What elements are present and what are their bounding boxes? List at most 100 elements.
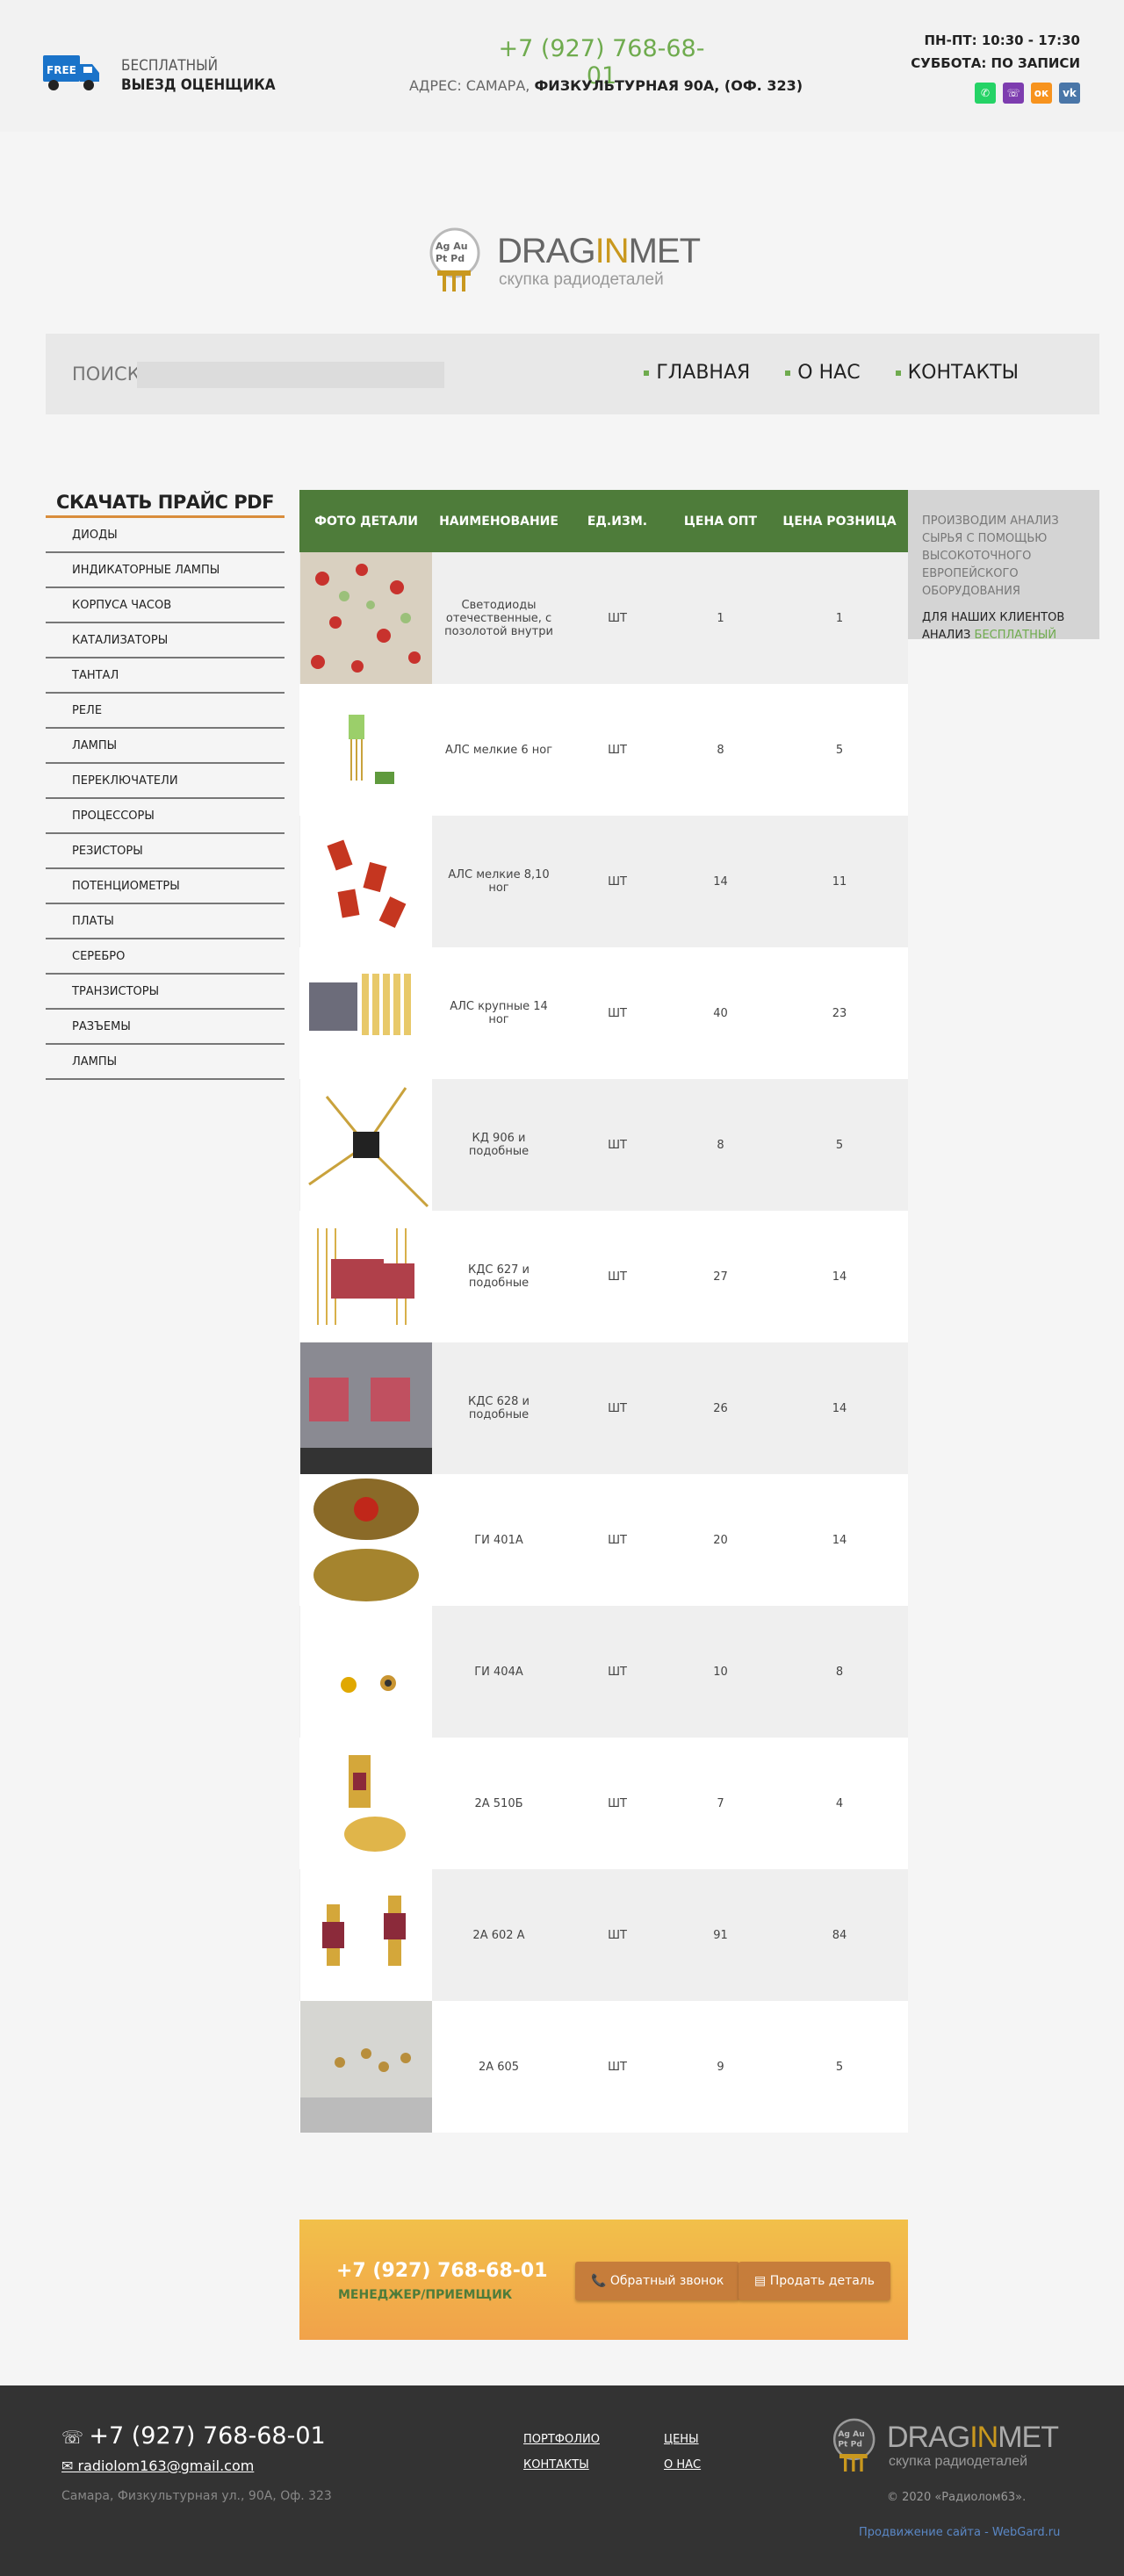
footer-link-about[interactable]: О НАС xyxy=(664,2458,752,2472)
working-hours: ПН-ПТ: 10:30 - 17:30 СУББОТА: ПО ЗАПИСИ xyxy=(911,29,1080,75)
footer-email-link[interactable]: ✉ radiolom163@gmail.com xyxy=(61,2457,254,2474)
free-line1: БЕСПЛАТНЫЙ xyxy=(121,57,219,75)
footer-copyright: © 2020 «Радиолом63». xyxy=(887,2491,1027,2504)
part-name: АЛС мелкие 6 ног xyxy=(444,743,553,757)
sidebar-item-lamps[interactable]: ЛАМПЫ xyxy=(46,729,285,764)
phone-icon: ☏ xyxy=(61,2427,90,2448)
table-row: ГИ 401А ШТ 20 14 xyxy=(299,1474,908,1606)
part-photo xyxy=(299,2001,433,2133)
part-wholesale-price: 9 xyxy=(717,2060,724,2074)
part-name: 2А 602 А xyxy=(472,1928,525,1942)
part-name: 2А 605 xyxy=(478,2060,520,2074)
sidebar-item-tantalum[interactable]: ТАНТАЛ xyxy=(46,658,285,694)
footer-link-portfolio[interactable]: ПОРТФОЛИО xyxy=(523,2433,664,2446)
sidebar-item-switches[interactable]: ПЕРЕКЛЮЧАТЕЛИ xyxy=(46,764,285,799)
footer-logo[interactable]: Ag Au Pt Pd DRAGINMET скупка радиодетале… xyxy=(831,2417,1068,2479)
download-price-pdf-link[interactable]: СКАЧАТЬ ПРАЙС PDF xyxy=(46,492,285,518)
table-row: КД 906 и подобные ШТ 8 5 xyxy=(299,1079,908,1211)
part-retail-price: 11 xyxy=(832,874,847,889)
part-photo xyxy=(299,1869,433,2001)
part-wholesale-price: 7 xyxy=(717,1796,724,1810)
sell-part-button[interactable]: ▤ Продать деталь xyxy=(739,2262,891,2300)
nav-item-home[interactable]: ГЛАВНАЯ xyxy=(644,362,750,384)
top-bar: FREE БЕСПЛАТНЫЙ ВЫЕЗД ОЦЕНЩИКА +7 (927) … xyxy=(0,0,1124,132)
table-row: АЛС крупные 14 ног ШТ 40 23 xyxy=(299,947,908,1079)
sidebar-item-catalysts[interactable]: КАТАЛИЗАТОРЫ xyxy=(46,623,285,658)
part-name: АЛС мелкие 8,10 ног xyxy=(448,868,550,895)
sidebar-item-boards[interactable]: ПЛАТЫ xyxy=(46,904,285,939)
logo-wordmark: DRAGINMET xyxy=(887,2421,1059,2454)
part-retail-price: 5 xyxy=(835,743,844,757)
category-sidebar: СКАЧАТЬ ПРАЙС PDF ДИОДЫ ИНДИКАТОРНЫЕ ЛАМ… xyxy=(46,492,285,1080)
table-row: КДС 627 и подобные ШТ 27 14 xyxy=(299,1211,908,1342)
card-icon: ▤ xyxy=(754,2274,770,2288)
part-retail-price: 1 xyxy=(835,611,844,625)
part-photo-image xyxy=(300,2001,432,2133)
part-retail-price: 23 xyxy=(832,1006,847,1020)
part-unit: ШТ xyxy=(608,1665,627,1679)
part-wholesale-price: 20 xyxy=(713,1533,728,1547)
price-table: ФОТО ДЕТАЛИ НАИМЕНОВАНИЕ ЕД.ИЗМ. ЦЕНА ОП… xyxy=(299,490,908,2133)
part-wholesale-price: 40 xyxy=(713,1006,728,1020)
cta-phone-link[interactable]: +7 (927) 768-68-01 xyxy=(336,2260,548,2282)
part-name: КД 906 и подобные xyxy=(468,1132,530,1158)
col-name: НАИМЕНОВАНИЕ xyxy=(439,514,558,529)
part-photo-image xyxy=(300,1869,432,2001)
footer-phone-link[interactable]: ☏ +7 (927) 768-68-01 xyxy=(61,2422,326,2450)
logo-emblem-icon: Ag Au Pt Pd xyxy=(832,2418,875,2472)
footer-promo-link[interactable]: Продвижение сайта - WebGard.ru xyxy=(859,2526,1060,2539)
sidebar-item-potentiometers[interactable]: ПОТЕНЦИОМЕТРЫ xyxy=(46,869,285,904)
part-photo xyxy=(299,1738,433,1869)
free-appraiser-text: БЕСПЛАТНЫЙ ВЫЕЗД ОЦЕНЩИКА xyxy=(121,56,276,95)
part-photo xyxy=(299,684,433,816)
table-row: 2А 510Б ШТ 7 4 xyxy=(299,1738,908,1869)
part-unit: ШТ xyxy=(608,1533,627,1547)
part-wholesale-price: 10 xyxy=(713,1665,728,1679)
main-navbar: ПОИСК: ГЛАВНАЯ О НАС КОНТАКТЫ xyxy=(46,334,1099,414)
sidebar-item-processors[interactable]: ПРОЦЕССОРЫ xyxy=(46,799,285,834)
table-row: 2А 605 ШТ 9 5 xyxy=(299,2001,908,2133)
sidebar-item-diodes[interactable]: ДИОДЫ xyxy=(46,518,285,553)
odnoklassniki-icon[interactable]: ок xyxy=(1031,83,1052,104)
part-retail-price: 84 xyxy=(832,1928,847,1942)
address-label: АДРЕС: САМАРА, xyxy=(408,77,535,94)
part-retail-price: 14 xyxy=(832,1401,847,1415)
part-photo xyxy=(299,1342,433,1474)
part-unit: ШТ xyxy=(608,743,627,757)
part-photo-image xyxy=(300,1079,432,1211)
sidebar-item-lamps-2[interactable]: ЛАМПЫ xyxy=(46,1045,285,1080)
sidebar-item-watch-cases[interactable]: КОРПУСА ЧАСОВ xyxy=(46,588,285,623)
contact-cta-banner: +7 (927) 768-68-01 МЕНЕДЖЕР/ПРИЕМЩИК 📞 О… xyxy=(299,2220,908,2340)
footer-link-contacts[interactable]: КОНТАКТЫ xyxy=(523,2458,664,2472)
svg-text:Ag Au: Ag Au xyxy=(436,241,468,252)
sidebar-item-resistors[interactable]: РЕЗИСТОРЫ xyxy=(46,834,285,869)
whatsapp-icon[interactable]: ✆ xyxy=(975,83,996,104)
part-unit: ШТ xyxy=(608,1928,627,1942)
sidebar-item-connectors[interactable]: РАЗЪЕМЫ xyxy=(46,1010,285,1045)
sidebar-item-indicator-lamps[interactable]: ИНДИКАТОРНЫЕ ЛАМПЫ xyxy=(46,553,285,588)
nav-item-contacts[interactable]: КОНТАКТЫ xyxy=(896,362,1019,384)
free-analysis-text: ДЛЯ НАШИХ КЛИЕНТОВ АНАЛИЗ БЕСПЛАТНЫЙ xyxy=(922,611,1065,642)
sidebar-item-transistors[interactable]: ТРАНЗИСТОРЫ xyxy=(46,975,285,1010)
part-photo-image xyxy=(300,1474,432,1606)
viber-icon[interactable]: ☏ xyxy=(1003,83,1024,104)
logo-emblem-icon: Ag Au Pt Pd xyxy=(429,227,480,291)
cta-role-label: МЕНЕДЖЕР/ПРИЕМЩИК xyxy=(338,2288,513,2302)
part-photo-image xyxy=(300,1211,432,1342)
sidebar-item-relays[interactable]: РЕЛЕ xyxy=(46,694,285,729)
callback-button[interactable]: 📞 Обратный звонок xyxy=(575,2262,740,2300)
hours-saturday: СУББОТА: ПО ЗАПИСИ xyxy=(911,55,1080,71)
site-logo[interactable]: Ag Au Pt Pd DRAGINMET скупка радиодетале… xyxy=(427,227,717,297)
sidebar-item-silver[interactable]: СЕРЕБРО xyxy=(46,939,285,975)
nav-item-about[interactable]: О НАС xyxy=(785,362,860,384)
search-input[interactable] xyxy=(137,362,444,388)
part-photo-image xyxy=(300,947,432,1079)
vk-icon[interactable]: vk xyxy=(1059,83,1080,104)
part-photo xyxy=(299,552,433,684)
part-retail-price: 14 xyxy=(832,1533,847,1547)
part-photo-image xyxy=(300,552,432,684)
footer-link-prices[interactable]: ЦЕНЫ xyxy=(664,2433,752,2446)
part-name: 2А 510Б xyxy=(474,1796,523,1810)
part-retail-price: 5 xyxy=(835,1138,844,1152)
part-wholesale-price: 8 xyxy=(717,743,724,757)
